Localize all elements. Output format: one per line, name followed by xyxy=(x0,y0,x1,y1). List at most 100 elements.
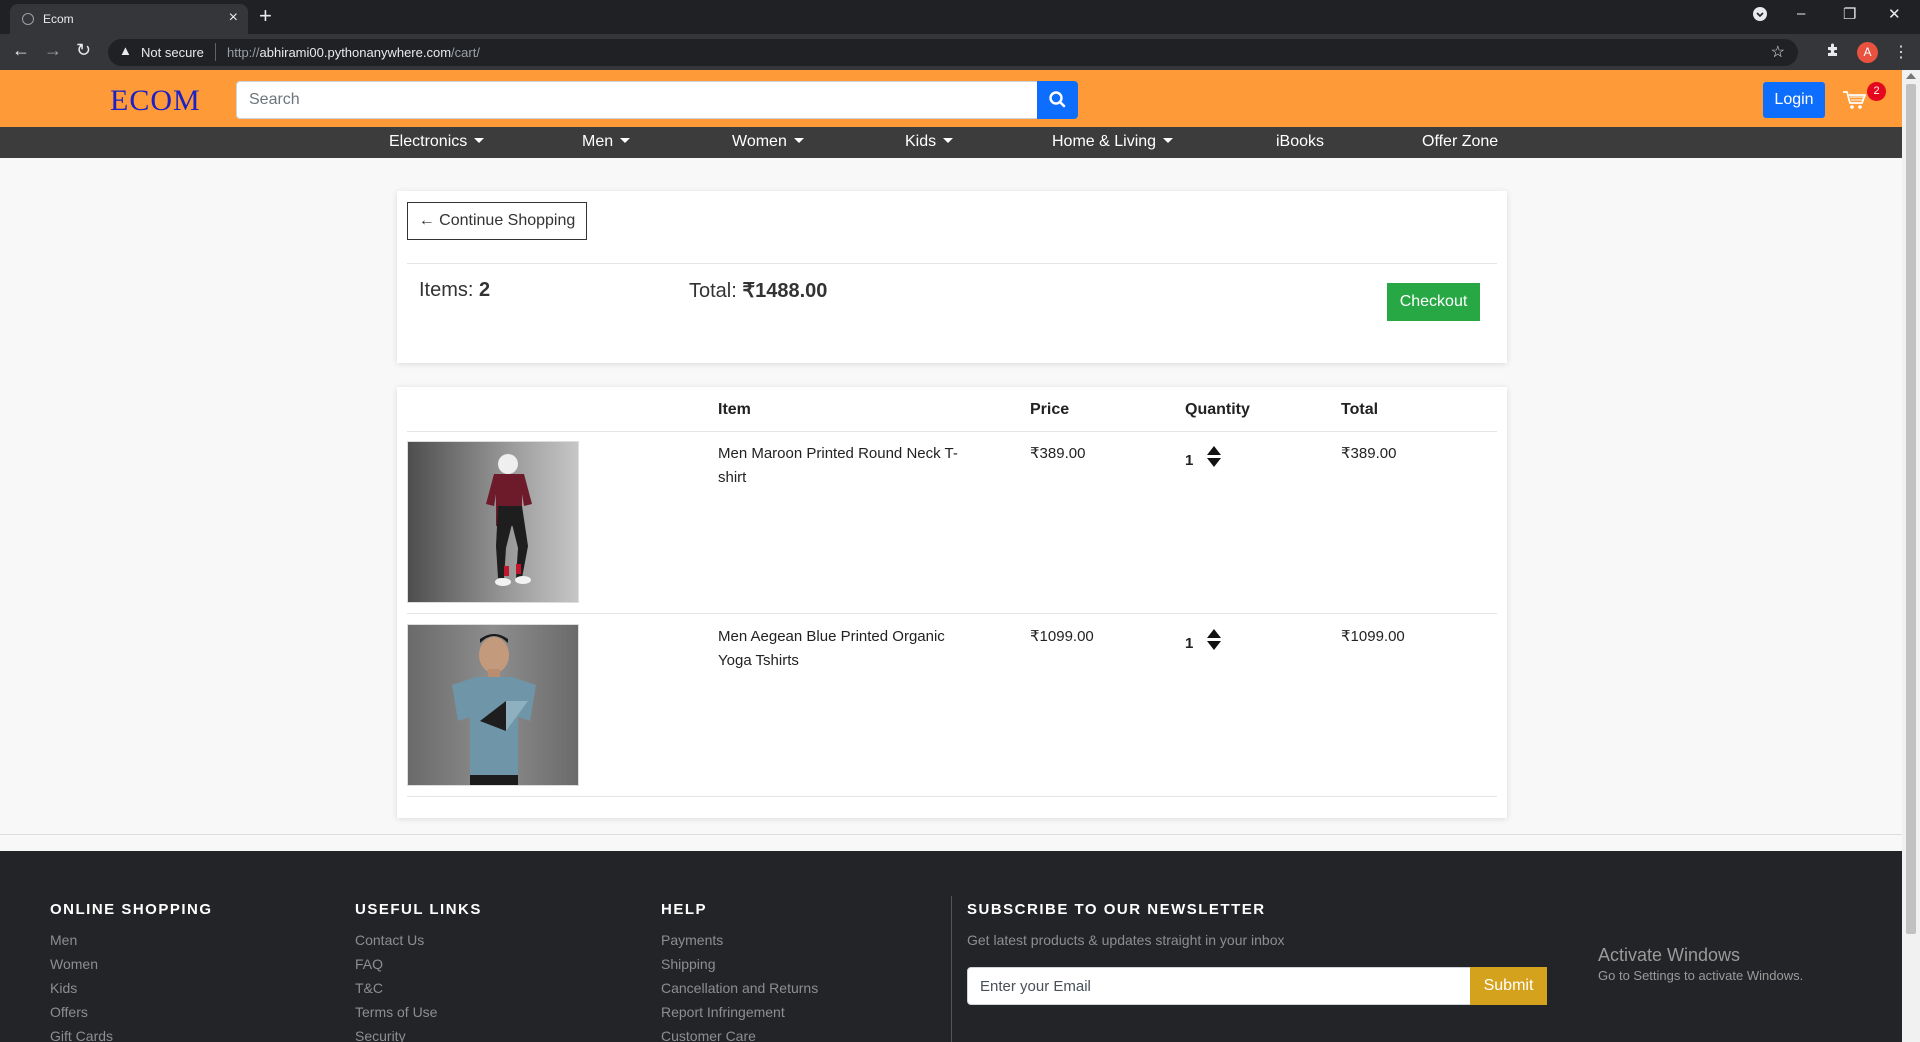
increase-arrow-icon[interactable] xyxy=(1207,446,1221,455)
footer-link-tnc[interactable]: T&C xyxy=(355,980,383,996)
row-1-item-name: Men Maroon Printed Round Neck T-shirt xyxy=(718,445,958,486)
header-quantity: Quantity xyxy=(1185,401,1250,418)
nav-ibooks[interactable]: iBooks xyxy=(1276,133,1324,151)
caret-down-icon xyxy=(1163,138,1174,143)
newsletter-submit-button[interactable]: Submit xyxy=(1470,967,1547,1005)
header-total: Total xyxy=(1341,401,1379,418)
nav-label: Men xyxy=(582,133,614,150)
newsletter-title: SUBSCRIBE TO OUR NEWSLETTER xyxy=(967,901,1266,918)
footer-link-payments[interactable]: Payments xyxy=(661,932,723,948)
close-window-icon[interactable]: ✕ xyxy=(1888,5,1901,23)
bookmark-star-icon[interactable]: ☆ xyxy=(1771,42,1785,62)
footer-link-faq[interactable]: FAQ xyxy=(355,956,383,972)
activation-subtitle: Go to Settings to activate Windows. xyxy=(1598,968,1804,983)
divider xyxy=(407,431,1497,432)
url-host: abhirami00.pythonanywhere.com xyxy=(259,45,452,60)
login-button[interactable]: Login xyxy=(1763,82,1825,118)
windows-activation-watermark: Activate Windows Go to Settings to activ… xyxy=(1598,945,1803,983)
footer-link-report[interactable]: Report Infringement xyxy=(661,1004,785,1020)
row-1-total: ₹389.00 xyxy=(1341,445,1397,462)
items-count: Items: 2 xyxy=(419,279,490,302)
divider xyxy=(407,796,1497,797)
footer-useful-links-title: USEFUL LINKS xyxy=(355,901,482,918)
site-header: ECOM Login 2 xyxy=(0,70,1902,127)
back-icon[interactable]: ← xyxy=(12,40,30,61)
items-label: Items: xyxy=(419,279,474,301)
footer-link-cancellation[interactable]: Cancellation and Returns xyxy=(661,980,818,996)
items-value: 2 xyxy=(479,279,491,301)
footer-link-shipping[interactable]: Shipping xyxy=(661,956,716,972)
total-value: ₹1488.00 xyxy=(742,280,828,302)
newsletter-subtitle: Get latest products & updates straight i… xyxy=(967,932,1285,948)
scroll-up-arrow-icon[interactable] xyxy=(1906,73,1916,79)
footer-link-offers[interactable]: Offers xyxy=(50,1004,88,1020)
nav-home-living[interactable]: Home & Living xyxy=(1052,133,1174,151)
nav-label: Home & Living xyxy=(1052,133,1157,150)
nav-women[interactable]: Women xyxy=(732,133,804,151)
footer-link-terms[interactable]: Terms of Use xyxy=(355,1004,437,1020)
caret-down-icon xyxy=(793,138,804,143)
checkout-button[interactable]: Checkout xyxy=(1387,283,1480,321)
nav-offer-zone[interactable]: Offer Zone xyxy=(1422,133,1498,151)
caret-down-icon xyxy=(620,138,631,143)
search-input[interactable] xyxy=(236,81,1038,119)
category-nav: Electronics Men Women Kids Home & Living… xyxy=(0,127,1902,158)
nav-kids[interactable]: Kids xyxy=(905,133,954,151)
newsletter-email-input[interactable] xyxy=(967,967,1471,1005)
decrease-arrow-icon[interactable] xyxy=(1207,641,1221,650)
minimize-icon[interactable]: – xyxy=(1797,5,1805,22)
header-price: Price xyxy=(1030,401,1070,418)
activation-title: Activate Windows xyxy=(1598,945,1741,965)
product-image-blue-tshirt xyxy=(407,624,579,786)
address-bar[interactable]: ▲ Not secure http://abhirami00.pythonany… xyxy=(108,39,1798,66)
search-button[interactable] xyxy=(1037,81,1078,119)
profile-avatar[interactable]: A xyxy=(1857,42,1878,63)
browser-toolbar: ← → ↻ ▲ Not secure http://abhirami00.pyt… xyxy=(0,34,1920,70)
footer-link-contact[interactable]: Contact Us xyxy=(355,932,424,948)
footer-help-title: HELP xyxy=(661,901,708,918)
decrease-arrow-icon[interactable] xyxy=(1207,458,1221,467)
url-path: /cart/ xyxy=(451,45,480,60)
cart-count-badge: 2 xyxy=(1867,82,1886,101)
scrollbar-thumb[interactable] xyxy=(1906,84,1916,934)
cart-summary-panel: ← Continue Shopping Items: 2 Total: ₹148… xyxy=(397,191,1507,363)
profile-menu-icon[interactable] xyxy=(1752,6,1768,26)
search-icon xyxy=(1049,91,1066,108)
caret-down-icon xyxy=(474,138,485,143)
increase-arrow-icon[interactable] xyxy=(1207,629,1221,638)
browser-tab[interactable]: Ecom × xyxy=(10,4,248,34)
nav-electronics[interactable]: Electronics xyxy=(389,133,485,151)
restore-icon[interactable]: ❐ xyxy=(1843,5,1856,23)
new-tab-button[interactable]: + xyxy=(259,3,272,29)
nav-label: Women xyxy=(732,133,787,150)
footer-online-shopping-title: ONLINE SHOPPING xyxy=(50,901,213,918)
close-tab-icon[interactable]: × xyxy=(229,9,238,27)
nav-men[interactable]: Men xyxy=(582,133,631,151)
row-2-price: ₹1099.00 xyxy=(1030,628,1094,645)
extensions-puzzle-icon[interactable] xyxy=(1825,42,1841,63)
url-text: http://abhirami00.pythonanywhere.com/car… xyxy=(227,45,480,60)
cart-total: Total: ₹1488.00 xyxy=(689,278,827,303)
not-secure-label: Not secure xyxy=(141,45,204,60)
row-1-quantity: 1 xyxy=(1185,452,1194,469)
shopping-cart-icon[interactable] xyxy=(1842,90,1866,115)
page-scrollbar[interactable] xyxy=(1902,70,1920,1042)
site-logo[interactable]: ECOM xyxy=(110,84,201,118)
forward-icon[interactable]: → xyxy=(44,40,62,61)
caret-down-icon xyxy=(943,138,954,143)
row-2-total: ₹1099.00 xyxy=(1341,628,1405,645)
footer-link-women[interactable]: Women xyxy=(50,956,98,972)
footer-divider xyxy=(951,896,952,1042)
nav-label: Electronics xyxy=(389,133,468,150)
footer-link-security[interactable]: Security xyxy=(355,1028,406,1042)
footer-link-men[interactable]: Men xyxy=(50,932,77,948)
footer-link-kids[interactable]: Kids xyxy=(50,980,77,996)
footer-link-gift-cards[interactable]: Gift Cards xyxy=(50,1028,113,1042)
browser-menu-icon[interactable]: ⋮ xyxy=(1893,42,1909,62)
footer-link-customer-care[interactable]: Customer Care xyxy=(661,1028,756,1042)
nav-label: Kids xyxy=(905,133,937,150)
continue-shopping-button[interactable]: ← Continue Shopping xyxy=(407,202,587,240)
browser-tab-strip: Ecom × + – ❐ ✕ xyxy=(0,0,1920,34)
row-1-quantity-stepper xyxy=(1207,446,1221,467)
reload-icon[interactable]: ↻ xyxy=(76,40,91,61)
